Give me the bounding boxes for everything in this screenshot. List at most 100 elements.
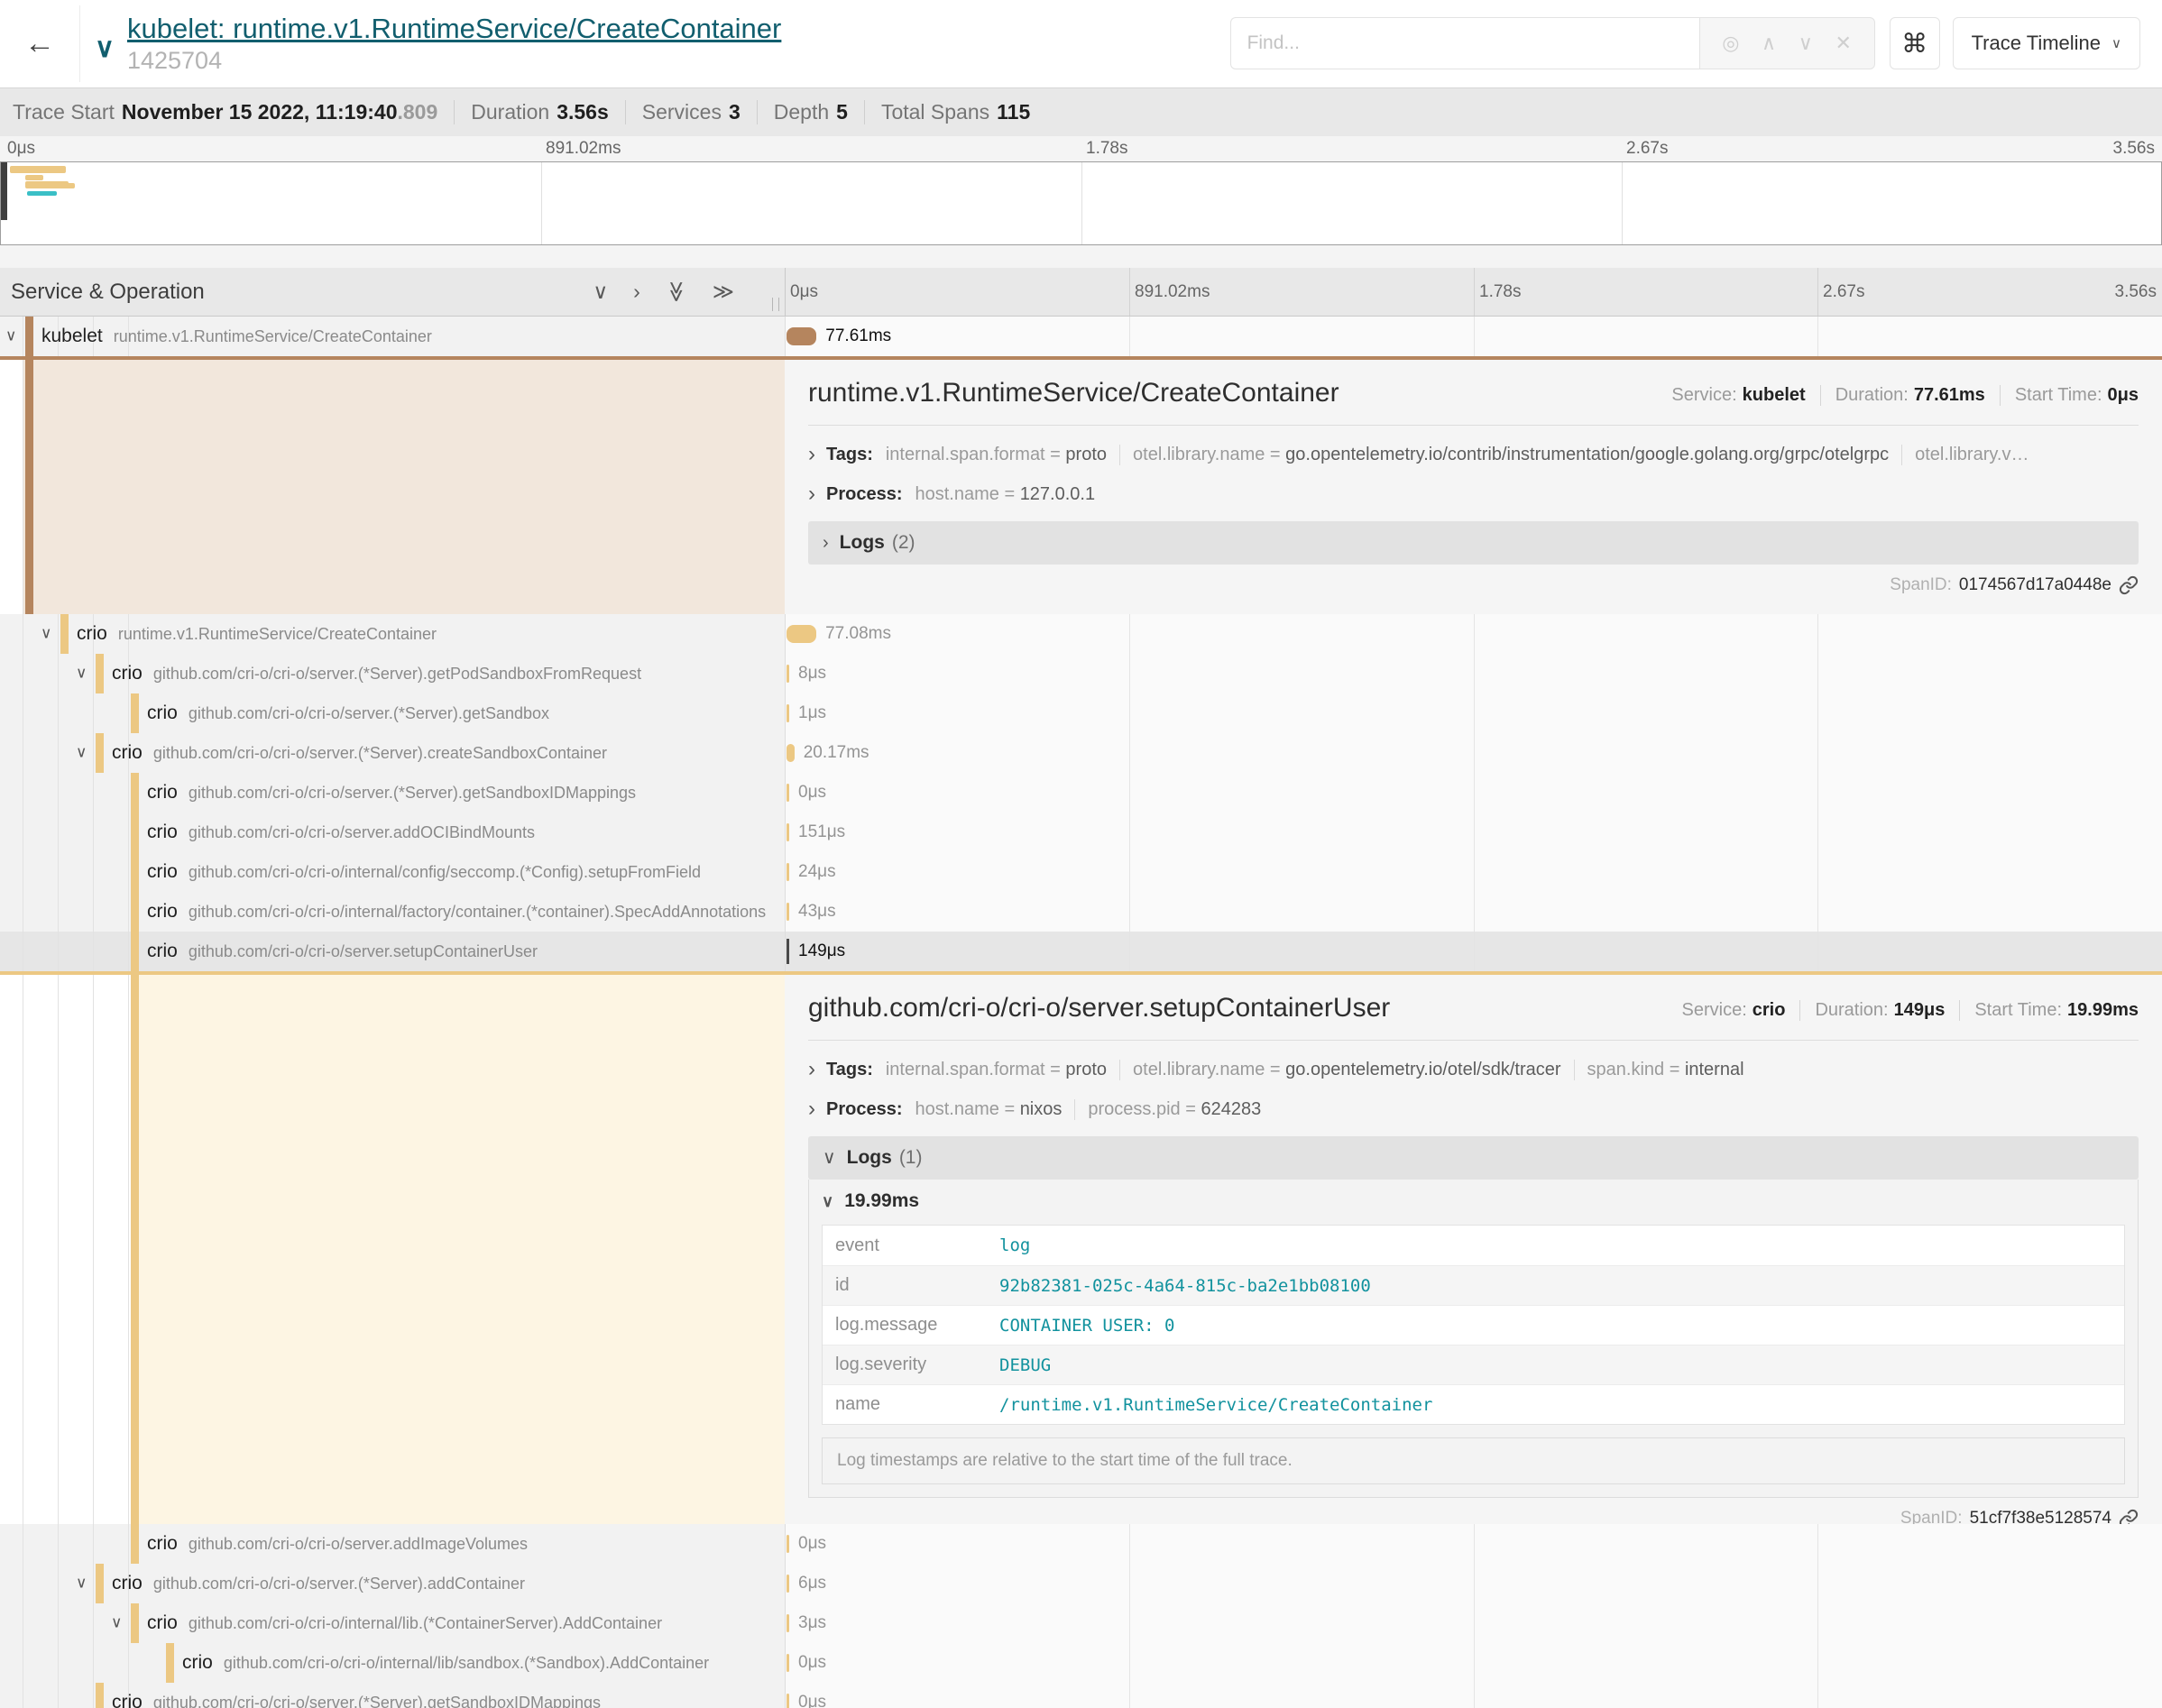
span-timeline-cell[interactable]: 8μs: [785, 654, 2162, 693]
collapse-trace-chevron-down-icon[interactable]: ∨: [95, 32, 115, 64]
chevron-down-icon[interactable]: ∨: [111, 1614, 122, 1632]
clear-find-close-icon[interactable]: ✕: [1835, 32, 1851, 55]
span-timeline-cell[interactable]: 149μs: [785, 932, 2162, 971]
trace-title-link[interactable]: kubelet: runtime.v1.RuntimeService/Creat…: [127, 13, 781, 45]
span-duration-bar[interactable]: [787, 744, 795, 762]
span-name-cell[interactable]: ∨ criogithub.com/cri-o/cri-o/internal/co…: [0, 852, 785, 892]
span-name-cell[interactable]: ∨ crioruntime.v1.RuntimeService/CreateCo…: [0, 614, 785, 654]
chevron-right-icon: ›: [808, 444, 815, 465]
collapse-all-double-chevron-down-icon[interactable]: ≫: [666, 280, 686, 302]
chevron-down-icon[interactable]: ∨: [41, 625, 51, 643]
column-resizer-handle[interactable]: [772, 298, 779, 311]
span-duration-bar[interactable]: [787, 939, 789, 964]
span-name-cell[interactable]: ∨ criogithub.com/cri-o/cri-o/server.(*Se…: [0, 733, 785, 773]
span-row[interactable]: ∨ criogithub.com/cri-o/cri-o/server.(*Se…: [0, 654, 2162, 693]
span-name-cell[interactable]: ∨ criogithub.com/cri-o/cri-o/server.setu…: [0, 932, 785, 971]
back-button[interactable]: ←: [0, 0, 79, 87]
span-row[interactable]: ∨ criogithub.com/cri-o/cri-o/internal/li…: [0, 1603, 2162, 1643]
span-timeline-cell[interactable]: 20.17ms: [785, 733, 2162, 773]
span-row[interactable]: ∨ criogithub.com/cri-o/cri-o/server.addO…: [0, 813, 2162, 852]
span-row[interactable]: ∨ kubeletruntime.v1.RuntimeService/Creat…: [0, 317, 2162, 356]
log-timestamp-row[interactable]: ∨ 19.99ms: [809, 1180, 2138, 1223]
span-duration-bar[interactable]: [787, 704, 789, 722]
span-name-cell[interactable]: ∨ criogithub.com/cri-o/cri-o/server.(*Se…: [0, 773, 785, 813]
trace-view-selector[interactable]: Trace Timeline ∨: [1953, 17, 2140, 69]
span-row[interactable]: ∨ criogithub.com/cri-o/cri-o/server.(*Se…: [0, 773, 2162, 813]
span-row[interactable]: ∨ criogithub.com/cri-o/cri-o/server.setu…: [0, 932, 2162, 971]
find-input[interactable]: [1230, 17, 1699, 69]
tag-pill: internal.span.format = proto: [886, 1060, 1107, 1080]
span-duration-bar[interactable]: [787, 1614, 789, 1632]
span-timeline-cell[interactable]: 43μs: [785, 892, 2162, 932]
span-timeline-cell[interactable]: 77.08ms: [785, 614, 2162, 654]
span-timeline-cell[interactable]: 151μs: [785, 813, 2162, 852]
tags-row[interactable]: › Tags: internal.span.format = protootel…: [808, 440, 2139, 469]
span-duration-bar[interactable]: [787, 625, 816, 643]
span-row[interactable]: ∨ criogithub.com/cri-o/cri-o/server.(*Se…: [0, 693, 2162, 733]
timeline-minimap[interactable]: [0, 161, 2162, 245]
logs-section-header[interactable]: › Logs (2): [808, 521, 2139, 565]
logs-section-header[interactable]: ∨ Logs (1): [808, 1136, 2139, 1180]
span-name-cell[interactable]: ∨ criogithub.com/cri-o/cri-o/server.(*Se…: [0, 654, 785, 693]
span-name-cell[interactable]: ∨ criogithub.com/cri-o/cri-o/server.addI…: [0, 1524, 785, 1564]
span-duration-bar[interactable]: [787, 784, 789, 802]
span-duration-bar[interactable]: [787, 1535, 789, 1553]
span-row[interactable]: ∨ criogithub.com/cri-o/cri-o/server.(*Se…: [0, 1683, 2162, 1708]
keyboard-shortcuts-button[interactable]: ⌘: [1890, 17, 1940, 69]
span-timeline-cell[interactable]: 0μs: [785, 1524, 2162, 1564]
expand-all-double-chevron-right-icon[interactable]: ≫: [713, 281, 734, 302]
span-timeline-cell[interactable]: 3μs: [785, 1603, 2162, 1643]
chevron-down-icon[interactable]: ∨: [76, 744, 87, 762]
next-match-chevron-down-icon[interactable]: ∨: [1799, 32, 1813, 55]
process-row[interactable]: › Process: host.name = nixosprocess.pid …: [808, 1095, 2139, 1124]
span-timeline-cell[interactable]: 1μs: [785, 693, 2162, 733]
span-name-cell[interactable]: ∨ criogithub.com/cri-o/cri-o/internal/fa…: [0, 892, 785, 932]
span-timeline-cell[interactable]: 6μs: [785, 1564, 2162, 1603]
span-duration-bar[interactable]: [787, 863, 789, 881]
tags-row[interactable]: › Tags: internal.span.format = protootel…: [808, 1055, 2139, 1084]
span-color-bar: [131, 813, 139, 852]
span-duration-bar[interactable]: [787, 327, 816, 345]
span-timeline-cell[interactable]: 77.61ms: [785, 317, 2162, 356]
span-duration-bar[interactable]: [787, 665, 789, 683]
span-timeline-cell[interactable]: 24μs: [785, 852, 2162, 892]
span-duration-bar[interactable]: [787, 823, 789, 841]
span-name-cell[interactable]: ∨ criogithub.com/cri-o/cri-o/server.(*Se…: [0, 693, 785, 733]
process-row[interactable]: › Process: host.name = 127.0.0.1: [808, 480, 2139, 509]
span-row[interactable]: ∨ crioruntime.v1.RuntimeService/CreateCo…: [0, 614, 2162, 654]
span-timeline-cell[interactable]: 0μs: [785, 773, 2162, 813]
span-name-cell[interactable]: ∨ criogithub.com/cri-o/cri-o/server.addO…: [0, 813, 785, 852]
chevron-down-icon[interactable]: ∨: [76, 665, 87, 683]
span-row[interactable]: ∨ criogithub.com/cri-o/cri-o/internal/co…: [0, 852, 2162, 892]
span-timeline-cell[interactable]: 0μs: [785, 1683, 2162, 1708]
span-name-cell[interactable]: ∨ criogithub.com/cri-o/cri-o/server.(*Se…: [0, 1564, 785, 1603]
link-icon[interactable]: [2119, 575, 2139, 595]
span-name-cell[interactable]: ∨ criogithub.com/cri-o/cri-o/internal/li…: [0, 1603, 785, 1643]
span-row[interactable]: ∨ criogithub.com/cri-o/cri-o/server.addI…: [0, 1524, 2162, 1564]
span-color-bar: [131, 1603, 139, 1643]
span-name-cell[interactable]: ∨ criogithub.com/cri-o/cri-o/internal/li…: [0, 1643, 785, 1683]
span-row[interactable]: ∨ criogithub.com/cri-o/cri-o/internal/li…: [0, 1643, 2162, 1683]
span-row[interactable]: ∨ criogithub.com/cri-o/cri-o/internal/fa…: [0, 892, 2162, 932]
span-name-cell[interactable]: ∨ criogithub.com/cri-o/cri-o/server.(*Se…: [0, 1683, 785, 1708]
collapse-one-chevron-down-icon[interactable]: ∨: [593, 281, 608, 302]
span-duration-bar[interactable]: [787, 1694, 789, 1708]
span-operation: github.com/cri-o/cri-o/internal/config/s…: [189, 863, 701, 881]
span-name-cell[interactable]: ∨ kubeletruntime.v1.RuntimeService/Creat…: [0, 317, 785, 356]
minimap-drag-handle[interactable]: [1, 162, 7, 220]
prev-match-chevron-up-icon[interactable]: ∧: [1762, 32, 1776, 55]
expand-one-chevron-right-icon[interactable]: ›: [633, 281, 640, 302]
span-row[interactable]: ∨ criogithub.com/cri-o/cri-o/server.(*Se…: [0, 733, 2162, 773]
chevron-down-icon[interactable]: ∨: [5, 327, 16, 345]
span-operation: github.com/cri-o/cri-o/server.addImageVo…: [189, 1535, 528, 1553]
locate-icon[interactable]: ◎: [1722, 32, 1739, 55]
span-duration-bar[interactable]: [787, 1654, 789, 1672]
span-duration-bar[interactable]: [787, 1575, 789, 1593]
span-timeline-cell[interactable]: 0μs: [785, 1643, 2162, 1683]
span-row[interactable]: ∨ criogithub.com/cri-o/cri-o/server.(*Se…: [0, 1564, 2162, 1603]
link-icon[interactable]: [2119, 1509, 2139, 1524]
tick-label: 0μs: [790, 282, 818, 302]
span-duration-bar[interactable]: [787, 903, 789, 921]
process-label: Process:: [826, 484, 903, 505]
chevron-down-icon[interactable]: ∨: [76, 1575, 87, 1593]
